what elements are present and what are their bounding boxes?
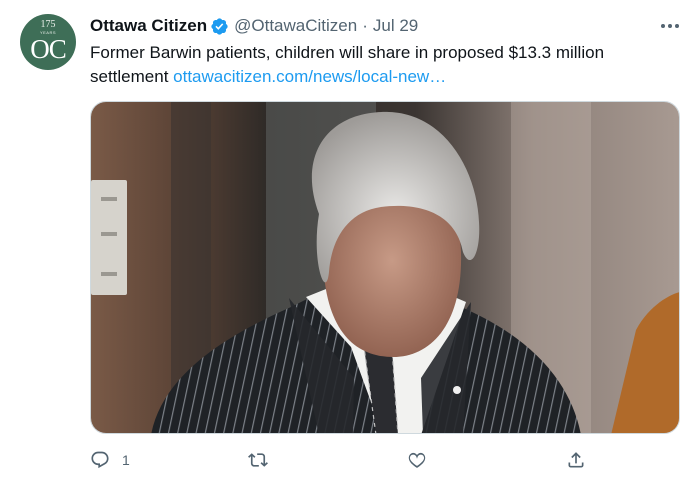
dot bbox=[668, 24, 672, 28]
reply-count: 1 bbox=[122, 452, 130, 468]
avatar[interactable]: 175 YEARS OC bbox=[20, 14, 76, 70]
share-button[interactable] bbox=[566, 448, 586, 472]
retweet-icon bbox=[248, 453, 268, 467]
tweet-card[interactable]: 175 YEARS OC Ottawa Citizen @OttawaCitiz… bbox=[0, 0, 700, 486]
reply-button[interactable]: 1 bbox=[90, 448, 130, 472]
account-name[interactable]: Ottawa Citizen bbox=[90, 16, 207, 36]
avatar-years-number: 175 bbox=[40, 19, 56, 30]
like-icon bbox=[408, 452, 426, 468]
tweet-photo[interactable] bbox=[90, 101, 680, 434]
dot bbox=[661, 24, 665, 28]
retweet-button[interactable] bbox=[248, 448, 268, 472]
reply-icon bbox=[91, 451, 109, 469]
more-options-icon[interactable] bbox=[658, 16, 682, 36]
account-handle[interactable]: @OttawaCitizen bbox=[234, 16, 357, 36]
tweet-date[interactable]: Jul 29 bbox=[373, 16, 418, 36]
verified-badge-icon bbox=[211, 17, 228, 35]
header-separator: · bbox=[362, 16, 368, 35]
avatar-monogram: OC bbox=[30, 34, 67, 64]
tweet-link[interactable]: ottawacitizen.com/news/local-new… bbox=[173, 67, 446, 86]
dot bbox=[675, 24, 679, 28]
tweet-header: Ottawa Citizen @OttawaCitizen · Jul 29 bbox=[90, 16, 418, 36]
photo-of-man-in-pinstripe-suit bbox=[91, 102, 679, 433]
share-icon bbox=[568, 452, 584, 468]
tweet-text: Former Barwin patients, children will sh… bbox=[90, 41, 680, 89]
tweet-actions: 1 bbox=[90, 448, 680, 472]
like-button[interactable] bbox=[407, 448, 427, 472]
